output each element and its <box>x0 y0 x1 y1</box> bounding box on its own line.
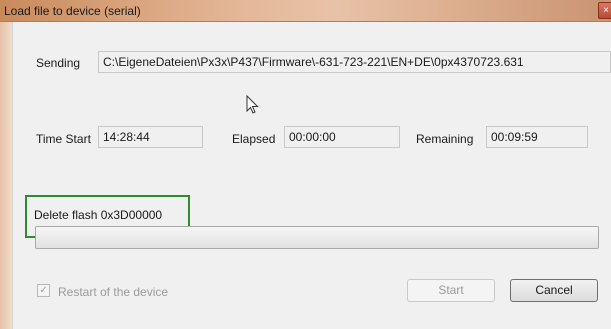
window-title: Load file to device (serial) <box>4 4 141 18</box>
close-button[interactable]: × <box>598 2 611 19</box>
checkmark-icon: ✓ <box>39 285 48 296</box>
time-start-field: 14:28:44 <box>98 126 203 148</box>
sending-path-field: C:\EigeneDateien\Px3x\P437\Firmware\-631… <box>98 51 611 73</box>
window-frame <box>0 22 12 329</box>
start-button[interactable]: Start <box>407 279 495 302</box>
restart-label: Restart of the device <box>58 285 169 299</box>
close-icon: × <box>603 5 609 16</box>
elapsed-field: 00:00:00 <box>284 126 400 148</box>
sending-label: Sending <box>36 56 81 70</box>
progress-bar <box>35 226 599 249</box>
time-start-label: Time Start <box>36 132 91 146</box>
title-bar: Load file to device (serial) × <box>0 0 611 22</box>
cancel-button[interactable]: Cancel <box>510 279 598 302</box>
remaining-field: 00:09:59 <box>486 126 588 148</box>
remaining-label: Remaining <box>416 132 474 146</box>
restart-checkbox[interactable]: ✓ <box>37 284 50 297</box>
elapsed-label: Elapsed <box>232 132 276 146</box>
mouse-pointer-icon <box>246 95 259 114</box>
